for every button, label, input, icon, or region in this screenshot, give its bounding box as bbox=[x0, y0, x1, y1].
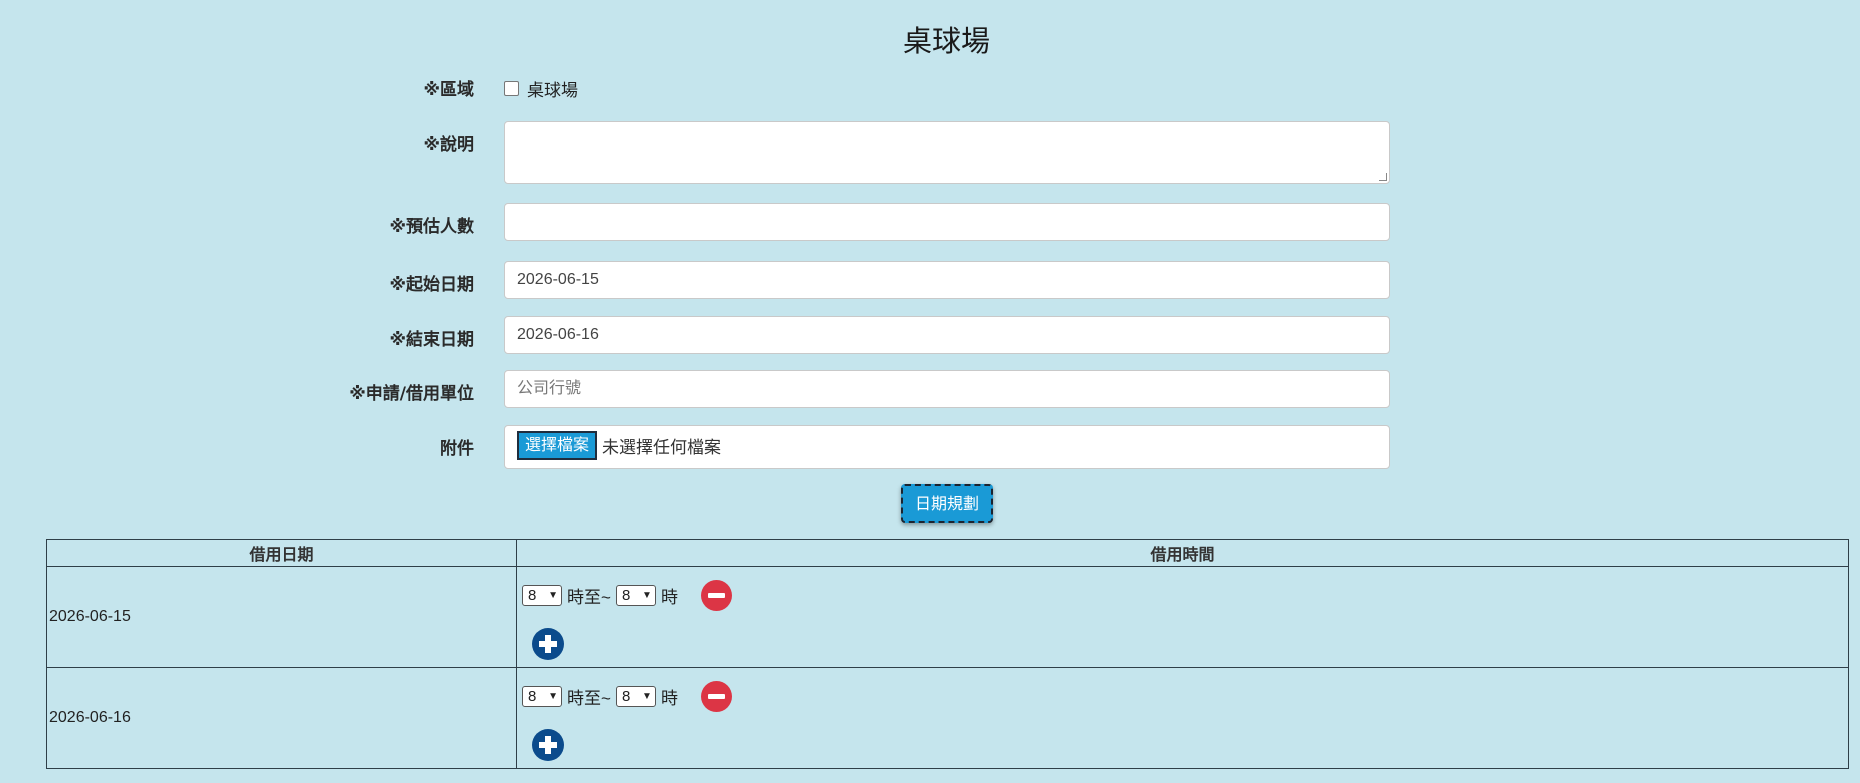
time-range: 8 ▼ 時至~ 8 ▼ 時 bbox=[522, 580, 1847, 611]
chevron-down-icon: ▼ bbox=[548, 590, 558, 601]
to-suffix: 時 bbox=[660, 689, 678, 708]
schedule-header-row: 借用日期 借用時間 bbox=[46, 539, 1849, 567]
header-borrow-time: 借用時間 bbox=[516, 539, 1849, 567]
area-checkbox[interactable] bbox=[504, 81, 519, 96]
attachment-label: 附件 bbox=[440, 439, 474, 459]
to-hour-value: 8 bbox=[621, 587, 631, 604]
area-option-label[interactable]: 桌球場 bbox=[527, 76, 578, 101]
row-time-cell: 8 ▼ 時至~ 8 ▼ 時 bbox=[516, 566, 1849, 668]
start-date-input[interactable]: 2026-06-15 bbox=[504, 261, 1390, 299]
start-date-value: 2026-06-15 bbox=[517, 271, 599, 288]
page-title: 桌球場 bbox=[902, 24, 990, 58]
end-date-input[interactable]: 2026-06-16 bbox=[504, 316, 1390, 354]
remove-time-icon[interactable] bbox=[700, 681, 732, 712]
add-time-icon[interactable] bbox=[532, 729, 564, 761]
table-row: 2026-06-15 8 ▼ 時至~ 8 ▼ 時 bbox=[46, 566, 1849, 668]
attachment-input[interactable]: 選擇檔案 未選擇任何檔案 bbox=[504, 425, 1390, 469]
chevron-down-icon: ▼ bbox=[548, 691, 558, 702]
from-suffix: 時至~ bbox=[567, 588, 611, 607]
resize-grip-icon[interactable] bbox=[1379, 173, 1387, 181]
table-row: 2026-06-16 8 ▼ 時至~ 8 ▼ 時 bbox=[46, 667, 1849, 769]
people-input[interactable] bbox=[504, 203, 1390, 241]
end-date-label: ※結束日期 bbox=[389, 330, 474, 350]
row-time-cell: 8 ▼ 時至~ 8 ▼ 時 bbox=[516, 667, 1849, 769]
schedule-table: 借用日期 借用時間 2026-06-15 8 ▼ 時至~ 8 ▼ 時 2026-06… bbox=[46, 539, 1849, 769]
description-label: ※說明 bbox=[423, 135, 474, 155]
end-date-value: 2026-06-16 bbox=[517, 326, 599, 343]
from-hour-select[interactable]: 8 ▼ bbox=[522, 585, 562, 606]
people-label: ※預估人數 bbox=[389, 217, 474, 237]
from-hour-select[interactable]: 8 ▼ bbox=[522, 686, 562, 707]
to-hour-value: 8 bbox=[621, 688, 631, 705]
date-plan-button[interactable]: 日期規劃 bbox=[901, 484, 993, 523]
remove-time-icon[interactable] bbox=[700, 580, 732, 611]
row-date: 2026-06-16 bbox=[46, 667, 517, 769]
row-date: 2026-06-15 bbox=[46, 566, 517, 668]
area-option[interactable]: 桌球場 bbox=[504, 76, 578, 101]
chevron-down-icon: ▼ bbox=[642, 590, 652, 601]
choose-file-button[interactable]: 選擇檔案 bbox=[517, 431, 598, 460]
add-time-icon[interactable] bbox=[532, 628, 564, 660]
time-range: 8 ▼ 時至~ 8 ▼ 時 bbox=[522, 681, 1847, 712]
header-borrow-date: 借用日期 bbox=[46, 539, 517, 567]
to-hour-select[interactable]: 8 ▼ bbox=[615, 585, 656, 606]
description-textarea[interactable] bbox=[504, 121, 1390, 184]
from-hour-value: 8 bbox=[528, 688, 537, 705]
unit-placeholder: 公司行號 bbox=[517, 380, 582, 397]
to-suffix: 時 bbox=[660, 588, 678, 607]
from-suffix: 時至~ bbox=[567, 689, 611, 708]
file-status: 未選擇任何檔案 bbox=[602, 438, 722, 457]
unit-label: ※申請/借用單位 bbox=[349, 384, 474, 404]
area-label: ※區域 bbox=[423, 80, 474, 100]
from-hour-value: 8 bbox=[528, 587, 537, 604]
to-hour-select[interactable]: 8 ▼ bbox=[615, 686, 656, 707]
unit-input[interactable]: 公司行號 bbox=[504, 370, 1390, 408]
chevron-down-icon: ▼ bbox=[642, 691, 652, 702]
start-date-label: ※起始日期 bbox=[389, 275, 474, 295]
